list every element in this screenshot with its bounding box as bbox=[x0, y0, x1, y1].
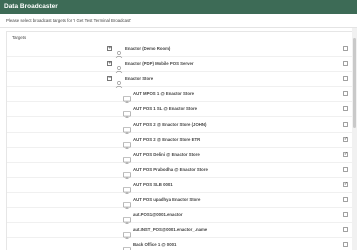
target-checkbox[interactable]: ✓ bbox=[343, 181, 348, 187]
target-checkbox[interactable] bbox=[343, 197, 348, 202]
checkmark-icon: ✓ bbox=[344, 181, 348, 187]
instruction-text: Please select broadcast targets for 'I G… bbox=[6, 18, 132, 23]
tree-item-label: Enactor Store bbox=[125, 76, 154, 82]
tree-item-label: AUT POS Delini @ Enactor Store bbox=[133, 151, 200, 157]
tree-node[interactable]: + Enactor (PDP) Mobile POS Server bbox=[7, 57, 357, 74]
tree-leaf[interactable]: AUT POS 2 @ Enactor Store ETR ✓ bbox=[7, 133, 357, 149]
tree-item-label: AUT POS Prabodha @ Enactor Store bbox=[133, 166, 208, 172]
target-checkbox[interactable] bbox=[343, 166, 348, 172]
tree-item-label: aut.POS1@0001.enactor bbox=[133, 212, 183, 218]
tree-leaf[interactable]: AUT POS 2 @ Enactor Store (JOHN) bbox=[7, 118, 357, 134]
header-divider bbox=[0, 27, 357, 28]
tree-item-label: aut.INST_POS@0001.enactor_.name bbox=[133, 227, 208, 233]
monitor-icon bbox=[123, 196, 131, 209]
target-checkbox[interactable] bbox=[343, 106, 348, 112]
target-checkbox[interactable]: ✓ bbox=[343, 151, 348, 157]
target-checkbox[interactable] bbox=[343, 121, 348, 127]
monitor-icon bbox=[123, 181, 131, 194]
tree-item-label: AUT POS 1 SL @ Enactor Store bbox=[133, 106, 198, 112]
tree-item-label: AUT MPOS 1 @ Enactor Store bbox=[133, 91, 195, 97]
targets-panel: Targets + Enactor (Demo Room) + Enactor (PD… bbox=[6, 31, 357, 250]
user-icon bbox=[115, 45, 123, 59]
target-checkbox[interactable] bbox=[343, 212, 348, 218]
expand-icon[interactable]: + bbox=[107, 46, 112, 51]
target-checkbox[interactable] bbox=[343, 242, 348, 248]
scrollbar[interactable] bbox=[352, 28, 357, 250]
tree-item-label: Back Office 1 @ 0001 bbox=[133, 242, 177, 248]
monitor-icon bbox=[123, 226, 131, 239]
monitor-icon bbox=[123, 121, 131, 134]
monitor-icon bbox=[123, 136, 131, 149]
target-checkbox[interactable] bbox=[343, 227, 348, 233]
tree-leaf[interactable]: AUT MPOS 1 @ Enactor Store bbox=[7, 87, 357, 104]
target-checkbox[interactable] bbox=[343, 61, 348, 67]
monitor-icon bbox=[123, 151, 131, 164]
tree-item-label: AUT POS SLB 0001 bbox=[133, 181, 173, 187]
tree-leaf[interactable]: aut.INST_POS@0001.enactor_.name bbox=[7, 223, 357, 239]
target-checkbox[interactable]: ✓ bbox=[343, 136, 348, 142]
tree-item-label: AUT POS 2 @ Enactor Store (JOHN) bbox=[133, 121, 207, 127]
expand-icon[interactable]: + bbox=[107, 61, 112, 67]
tree-leaf[interactable]: AUT POS upadhya Enactor Store bbox=[7, 193, 357, 209]
checkmark-icon: ✓ bbox=[344, 151, 348, 157]
tree-leaf[interactable]: AUT POS SLB 0001 ✓ bbox=[7, 178, 357, 194]
user-icon bbox=[115, 60, 123, 74]
tree-item-label: AUT POS 2 @ Enactor Store ETR bbox=[133, 136, 201, 142]
checkmark-icon: ✓ bbox=[344, 136, 348, 142]
targets-label: Targets bbox=[12, 35, 27, 40]
monitor-icon bbox=[123, 241, 131, 250]
target-checkbox[interactable] bbox=[343, 91, 348, 97]
scrollbar-thumb[interactable] bbox=[353, 38, 356, 128]
tree-item-label: Enactor (Demo Room) bbox=[125, 46, 171, 51]
window-title: Data Broadcaster bbox=[0, 0, 357, 14]
tree-leaf[interactable]: AUT POS Delini @ Enactor Store ✓ bbox=[7, 148, 357, 164]
user-icon bbox=[115, 75, 123, 89]
monitor-icon bbox=[123, 105, 131, 119]
tree-item-label: AUT POS upadhya Enactor Store bbox=[133, 197, 201, 202]
tree-node[interactable]: − Enactor Store bbox=[7, 72, 357, 89]
collapse-icon[interactable]: − bbox=[107, 76, 112, 82]
monitor-icon bbox=[123, 166, 131, 179]
monitor-icon bbox=[123, 90, 131, 104]
tree-leaf[interactable]: AUT POS 1 SL @ Enactor Store bbox=[7, 102, 357, 119]
target-checkbox[interactable] bbox=[343, 46, 348, 51]
tree-leaf[interactable]: aut.POS1@0001.enactor bbox=[7, 208, 357, 224]
target-checkbox[interactable] bbox=[343, 76, 348, 82]
tree-item-label: Enactor (PDP) Mobile POS Server bbox=[125, 61, 194, 67]
tree-node[interactable]: + Enactor (Demo Room) bbox=[7, 42, 357, 59]
tree-leaf[interactable]: AUT POS Prabodha @ Enactor Store bbox=[7, 163, 357, 179]
tree-leaf[interactable]: Back Office 1 @ 0001 bbox=[7, 238, 357, 250]
monitor-icon bbox=[123, 211, 131, 224]
